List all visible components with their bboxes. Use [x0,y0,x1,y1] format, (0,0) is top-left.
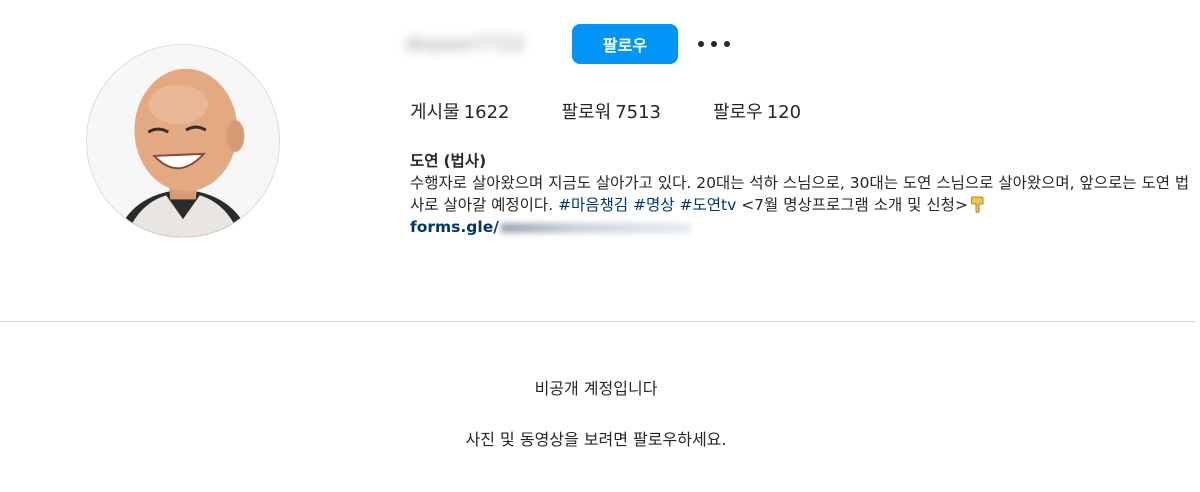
divider [0,321,1196,322]
bio-text: 수행자로 살아왔으며 지금도 살아가고 있다. 20대는 석하 스님으로, 30… [410,172,1200,216]
followers-count: 7513 [615,102,661,123]
follow-button[interactable]: 팔로우 [572,24,678,64]
hashtag[interactable]: #마음챙김 [558,196,628,214]
profile-page: doyeon7722 팔로우 게시물 1622 팔로워 7513 팔로우 120 도연… [0,0,1200,492]
dot [698,41,704,47]
bio-link[interactable]: forms.gle/ [410,218,499,236]
username[interactable]: doyeon7722 [406,30,525,58]
hashtag[interactable]: #명상 [633,196,675,214]
posts-label: 게시물 [410,102,460,123]
private-account-subtitle: 사진 및 동영상을 보려면 팔로우하세요. [465,430,727,449]
hashtag[interactable]: #도연tv [679,196,736,214]
private-account-title: 비공개 계정입니다 [534,379,658,398]
bio: 도연 (법사) 수행자로 살아왔으며 지금도 살아가고 있다. 20대는 석하 … [410,150,1200,238]
more-dots-icon[interactable] [698,32,730,56]
following-label: 팔로우 [713,102,763,123]
following-count: 120 [766,102,802,123]
dot [724,41,730,47]
posts-stat: 게시물 1622 [410,100,510,126]
pointing-down-hand-icon [970,196,984,213]
followers-stat[interactable]: 팔로워 7513 [562,100,662,126]
profile-name: 도연 [410,152,439,170]
bio-text-part2: <7월 명상프로그램 소개 및 신청> [741,196,968,214]
avatar-image [87,45,279,237]
bio-link-row: forms.gle/ [410,216,1200,238]
profile-stats: 게시물 1622 팔로워 7513 팔로우 120 [410,100,801,126]
posts-count: 1622 [463,102,510,123]
blurred-link-text [500,222,691,233]
following-stat[interactable]: 팔로우 120 [713,100,801,126]
dot [711,41,717,47]
avatar[interactable] [86,44,280,238]
followers-label: 팔로워 [561,102,612,123]
profile-name-suffix: (법사) [443,152,487,170]
